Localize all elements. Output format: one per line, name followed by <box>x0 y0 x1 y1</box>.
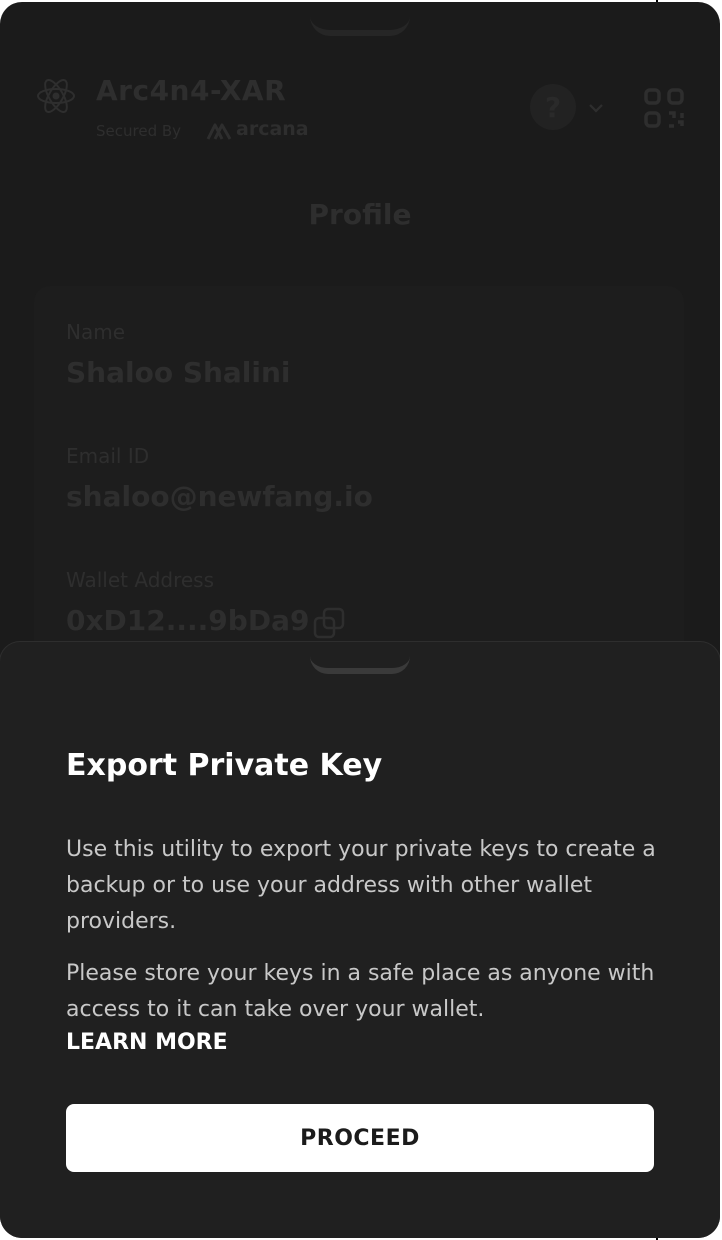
wallet-window: Arc4n4-XAR Secured By arcana ? Profile N… <box>0 2 720 1238</box>
learn-more-link[interactable]: LEARN MORE <box>66 1030 228 1055</box>
sheet-title: Export Private Key <box>66 748 383 783</box>
react-atom-icon <box>37 79 75 113</box>
arcana-brand-name: arcana <box>236 118 309 140</box>
question-icon[interactable]: ? <box>530 84 576 130</box>
email-value: shaloo@newfang.io <box>66 480 373 513</box>
qr-code-icon[interactable] <box>644 88 684 128</box>
name-label: Name <box>66 320 126 344</box>
sheet-drag-handle[interactable] <box>310 656 410 674</box>
copy-icon[interactable] <box>312 606 346 640</box>
header: Arc4n4-XAR Secured By arcana ? <box>0 2 720 182</box>
page-title: Profile <box>308 198 412 231</box>
email-label: Email ID <box>66 444 150 468</box>
wallet-label: Wallet Address <box>66 568 215 592</box>
sheet-warning: Please store your keys in a safe place a… <box>66 961 655 1022</box>
arcana-logo-icon <box>206 123 232 140</box>
sheet-description: Use this utility to export your private … <box>66 837 656 934</box>
secured-by-label: Secured By <box>96 122 182 140</box>
export-key-sheet: Export Private Key Use this utility to e… <box>0 642 720 1238</box>
proceed-button[interactable]: PROCEED <box>66 1104 654 1172</box>
chevron-down-icon[interactable] <box>586 98 606 118</box>
name-value: Shaloo Shalini <box>66 356 291 389</box>
app-title: Arc4n4-XAR <box>96 74 287 107</box>
wallet-value: 0xD12....9bDa9 <box>66 604 310 637</box>
